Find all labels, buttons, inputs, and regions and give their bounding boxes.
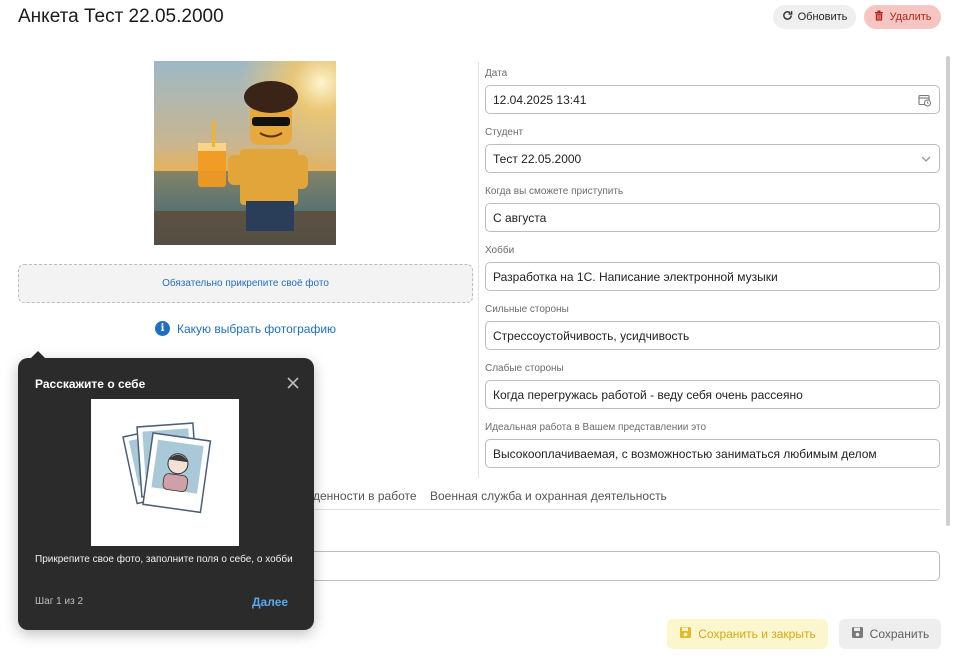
ideal-job-value: Высокооплачиваемая, с возможностью заним… [493, 446, 877, 461]
column-divider [478, 62, 479, 478]
strengths-value: Стрессоустойчивость, усидчивость [493, 328, 690, 343]
weaknesses-value: Когда перегружась работой - веду себя оч… [493, 387, 803, 402]
tour-text: Прикрепите свое фото, заполните поля о с… [35, 554, 293, 565]
save-icon [851, 626, 864, 642]
page-title: Анкета Тест 22.05.2000 [18, 6, 224, 27]
start-field[interactable]: С августа [485, 203, 940, 232]
tab-values[interactable]: денности в работе [313, 489, 417, 503]
start-value: С августа [493, 210, 547, 225]
chevron-down-icon[interactable] [921, 156, 931, 162]
save-label: Сохранить [869, 627, 930, 641]
onboarding-tour-popover: Расскажите о себе Прикрепите свое фото, … [18, 358, 314, 630]
weaknesses-label: Слабые стороны [485, 363, 564, 374]
photos-illustration [91, 399, 239, 546]
date-field[interactable]: 12.04.2025 13:41 [485, 85, 940, 114]
dropzone-text: Обязательно прикрепите своё фото [162, 278, 329, 289]
hobby-label: Хобби [485, 245, 515, 256]
info-icon: i [155, 321, 170, 336]
strengths-label: Сильные стороны [485, 304, 569, 315]
weaknesses-field[interactable]: Когда перегружась работой - веду себя оч… [485, 380, 940, 409]
refresh-icon [782, 10, 793, 24]
strengths-field[interactable]: Стрессоустойчивость, усидчивость [485, 321, 940, 350]
tab-military-service[interactable]: Военная служба и охранная деятельность [430, 489, 667, 503]
date-value: 12.04.2025 13:41 [493, 92, 587, 107]
hobby-value: Разработка на 1С. Написание электронной … [493, 269, 778, 284]
tour-next-button[interactable]: Далее [252, 595, 288, 609]
scrollbar[interactable] [946, 56, 950, 526]
save-and-close-label: Сохранить и закрыть [698, 627, 816, 641]
hobby-field[interactable]: Разработка на 1С. Написание электронной … [485, 262, 940, 291]
save-button[interactable]: Сохранить [839, 619, 941, 649]
student-select[interactable]: Тест 22.05.2000 [485, 144, 940, 173]
close-icon[interactable] [286, 376, 300, 390]
calendar-clock-icon[interactable] [918, 93, 931, 106]
save-icon [679, 626, 692, 642]
ideal-job-label: Идеальная работа в Вашем представлении э… [485, 422, 707, 433]
date-label: Дата [485, 68, 508, 79]
student-label: Студент [485, 127, 524, 138]
start-label: Когда вы сможете приступить [485, 186, 624, 197]
delete-label: Удалить [889, 11, 932, 23]
photo-help-link[interactable]: i Какую выбрать фотографию [155, 321, 336, 336]
refresh-label: Обновить [797, 11, 848, 23]
ideal-job-field[interactable]: Высокооплачиваемая, с возможностью заним… [485, 439, 940, 468]
profile-photo [154, 61, 336, 245]
help-link-label: Какую выбрать фотографию [177, 321, 337, 336]
save-and-close-button[interactable]: Сохранить и закрыть [667, 619, 828, 649]
student-value: Тест 22.05.2000 [493, 151, 582, 166]
tour-step-counter: Шаг 1 из 2 [35, 596, 84, 607]
delete-button[interactable]: Удалить [864, 5, 941, 29]
refresh-button[interactable]: Обновить [773, 5, 856, 29]
trash-icon [874, 10, 884, 24]
photo-dropzone[interactable]: Обязательно прикрепите своё фото [18, 264, 473, 303]
tour-title: Расскажите о себе [35, 377, 146, 391]
